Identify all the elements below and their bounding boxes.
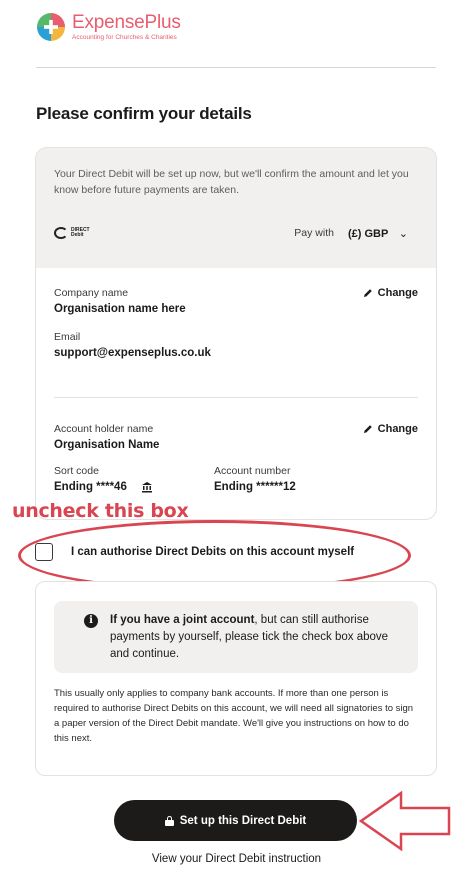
annotation-text: uncheck this box: [12, 500, 189, 522]
section-divider: [54, 397, 418, 398]
joint-account-notice: i If you have a joint account, but can s…: [54, 601, 418, 673]
direct-debit-info-text: Your Direct Debit will be set up now, bu…: [54, 168, 409, 196]
payment-method-row: DIRECT Debit Pay with (£) GBP ⌄: [54, 224, 418, 242]
currency-selector[interactable]: Pay with (£) GBP ⌄: [294, 224, 408, 242]
authorise-checkbox-label[interactable]: I can authorise Direct Debits on this ac…: [71, 546, 354, 558]
account-change-label: Change: [377, 423, 418, 435]
brand-name: ExpensePlus: [72, 12, 181, 33]
joint-account-card: i If you have a joint account, but can s…: [35, 581, 437, 776]
account-number-value: Ending ******12: [214, 481, 296, 493]
company-name-value: Organisation name here: [54, 303, 186, 315]
company-section: Company name Organisation name here Chan…: [54, 287, 418, 359]
bank-details-row: Sort code Ending ****46 Account number E…: [54, 465, 418, 493]
pay-with-label: Pay with: [294, 227, 334, 239]
email-label: Email: [54, 331, 81, 343]
authorise-checkbox-row[interactable]: I can authorise Direct Debits on this ac…: [35, 543, 354, 561]
account-section: Account holder name Organisation Name Ch…: [54, 423, 418, 493]
header-divider: [36, 67, 436, 68]
bank-icon: [141, 482, 152, 493]
info-icon: i: [84, 614, 98, 628]
company-change-button[interactable]: Change: [363, 287, 418, 299]
brand: ExpensePlus Accounting for Churches & Ch…: [72, 12, 181, 42]
sort-code-label: Sort code: [54, 465, 99, 477]
pencil-icon: [363, 289, 372, 297]
page-title: Please confirm your details: [36, 104, 252, 123]
summary-panel: Your Direct Debit will be set up now, bu…: [36, 148, 436, 268]
setup-button-label: Set up this Direct Debit: [179, 814, 307, 827]
details-card: Your Direct Debit will be set up now, bu…: [35, 147, 437, 520]
notice-text: If you have a joint account, but can sti…: [110, 612, 404, 663]
account-number-label: Account number: [214, 465, 291, 477]
account-holder-value: Organisation Name: [54, 439, 160, 451]
annotation-arrow-icon: [358, 790, 451, 852]
direct-debit-logo-icon: DIRECT Debit: [54, 227, 90, 239]
account-number-block: Account number Ending ******12: [214, 465, 296, 493]
sort-code-value-row: Ending ****46: [54, 481, 214, 493]
view-instruction-link[interactable]: View your Direct Debit instruction: [0, 853, 473, 865]
signatories-info-text: This usually only applies to company ban…: [54, 688, 414, 744]
chevron-down-icon: ⌄: [398, 228, 408, 240]
setup-direct-debit-button[interactable]: Set up this Direct Debit: [114, 800, 357, 841]
company-change-label: Change: [377, 287, 418, 299]
lock-icon: [164, 815, 174, 826]
brand-tagline: Accounting for Churches & Charities: [72, 34, 177, 41]
sort-code-block: Sort code Ending ****46: [54, 465, 214, 493]
expenseplus-logo-icon: [37, 13, 65, 41]
email-value: support@expenseplus.co.uk: [54, 347, 211, 359]
sort-code-value: Ending ****46: [54, 481, 127, 493]
account-change-button[interactable]: Change: [363, 423, 418, 435]
pencil-icon: [363, 425, 372, 433]
dd-logo-text-bottom: Debit: [71, 232, 84, 238]
authorise-checkbox[interactable]: [35, 543, 53, 561]
notice-bold: If you have a joint account: [110, 614, 255, 626]
header: ExpensePlus Accounting for Churches & Ch…: [36, 12, 181, 42]
currency-value: (£) GBP: [347, 228, 389, 240]
